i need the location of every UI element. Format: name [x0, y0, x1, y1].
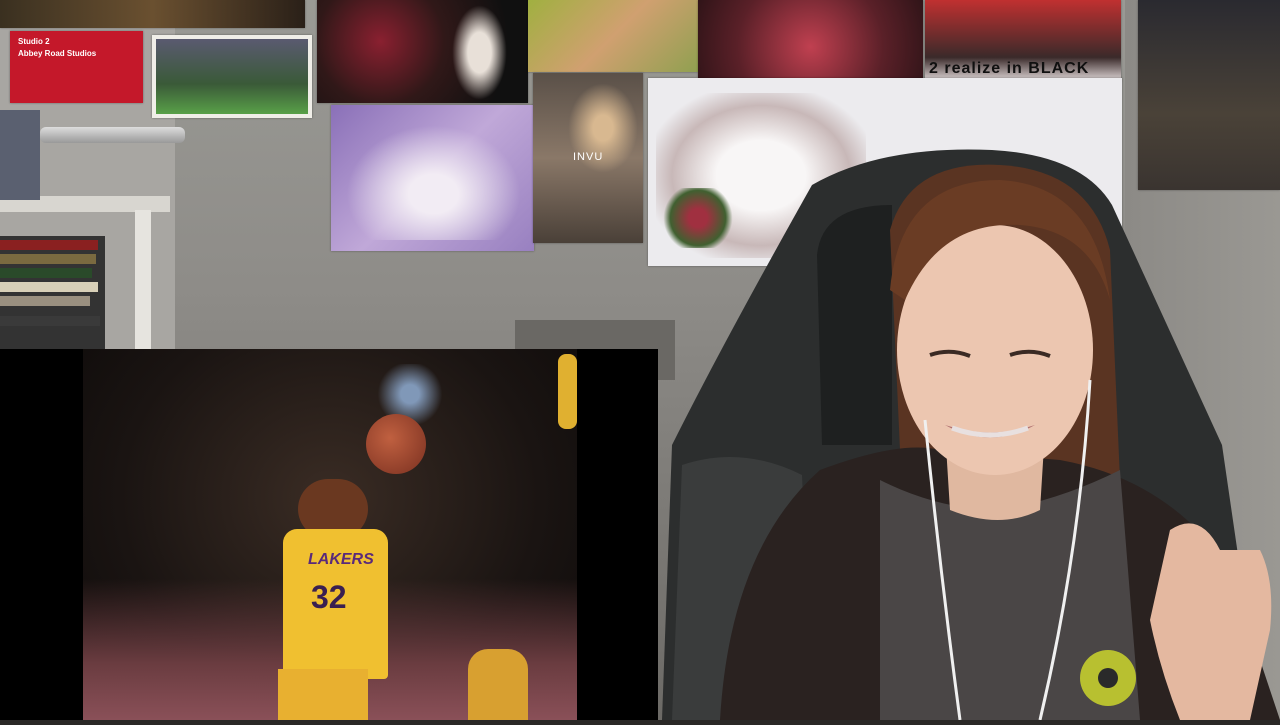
other-player — [468, 649, 528, 720]
invu-poster: INVU — [533, 73, 643, 243]
group-red-poster — [698, 0, 923, 78]
player-shorts — [278, 669, 368, 720]
basketball — [366, 414, 426, 474]
realize-text: 2 realize in BLACK — [929, 60, 1090, 77]
football-photo — [152, 35, 312, 118]
top-left-poster — [0, 0, 305, 28]
abbey-road-line1: Studio 2 — [18, 37, 50, 46]
purple-group-poster — [331, 105, 534, 251]
streamer — [700, 150, 1280, 721]
banner — [558, 354, 577, 429]
jersey-team: LAKERS — [308, 551, 374, 568]
abbey-road-sign: Studio 2 Abbey Road Studios — [10, 31, 143, 103]
pastel-poster — [528, 0, 698, 72]
book-upper — [0, 110, 40, 200]
band-poster — [317, 0, 528, 103]
realize-poster: 2 realize in BLACK — [925, 0, 1121, 82]
invu-text: INVU — [573, 151, 604, 163]
abbey-road-line2: Abbey Road Studios — [18, 49, 97, 58]
shelf-bar — [40, 127, 185, 143]
player-jersey: LAKERS 32 — [283, 529, 388, 679]
shelf-post — [135, 210, 151, 349]
jersey-number: 32 — [311, 579, 347, 615]
book-stack — [0, 236, 105, 349]
video-frame-basketball: LAKERS 32 — [83, 349, 577, 720]
